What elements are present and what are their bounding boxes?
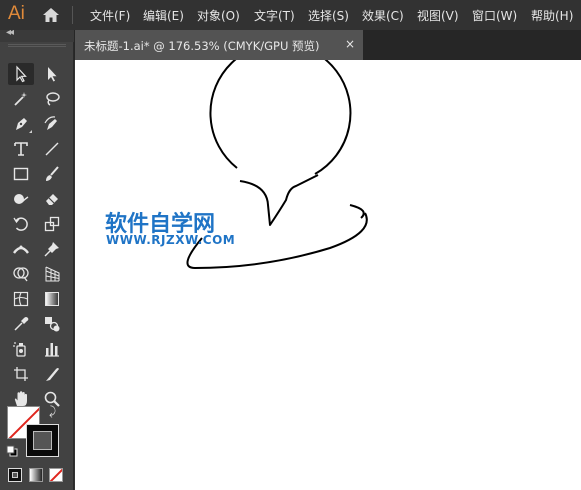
rectangle-icon [13, 167, 29, 181]
slice-icon [46, 368, 59, 381]
menu-separator [72, 6, 73, 24]
color-mode-button[interactable] [8, 468, 22, 482]
pen-icon [16, 118, 27, 130]
collapse-icon[interactable]: ◂◂ [6, 27, 14, 38]
paintbrush-icon [46, 166, 59, 181]
document-tab[interactable]: 未标题-1.ai* @ 176.53% (CMYK/GPU 预览) × [75, 30, 363, 60]
none-mode-button[interactable] [49, 468, 63, 482]
scale-icon [44, 216, 60, 232]
curvature-pen-icon [44, 116, 57, 130]
mesh-icon [13, 291, 29, 307]
menu-object[interactable]: 对象(O) [197, 7, 240, 24]
lasso-tool[interactable] [39, 88, 65, 110]
magic-wand-tool[interactable] [8, 88, 34, 110]
gradient-tool[interactable] [39, 288, 65, 310]
menu-view[interactable]: 视图(V) [417, 7, 459, 24]
panel-grip[interactable] [8, 44, 66, 47]
menu-select[interactable]: 选择(S) [308, 7, 349, 24]
menu-edit[interactable]: 编辑(E) [143, 7, 184, 24]
shaper-tool[interactable] [8, 188, 34, 210]
watermark-url: WWW.RJZXW.COM [106, 233, 236, 247]
white-arrow-icon [48, 67, 57, 82]
scale-tool[interactable] [39, 213, 65, 235]
paintbrush-tool[interactable] [39, 163, 65, 185]
shape-builder-icon [13, 267, 29, 282]
eraser-tool[interactable] [39, 188, 65, 210]
tools-panel: ◂◂ ⤸ [0, 27, 74, 490]
eyedropper-tool[interactable] [8, 313, 34, 335]
menu-bar: Ai 文件(F) 编辑(E) 对象(O) 文字(T) 选择(S) 效果(C) 视… [0, 0, 581, 30]
shaper-icon [14, 194, 29, 204]
type-icon [14, 142, 28, 156]
blend-tool[interactable] [39, 313, 65, 335]
width-icon [13, 245, 29, 254]
artboard-canvas[interactable]: 软件自学网 WWW.RJZXW.COM [75, 60, 581, 490]
pin-icon [44, 242, 59, 257]
close-icon[interactable]: × [345, 37, 355, 51]
eyedropper-icon [14, 317, 29, 331]
perspective-grid-tool[interactable] [39, 263, 65, 285]
symbol-sprayer-icon [13, 342, 26, 357]
swap-fill-stroke-icon[interactable]: ⤸ [49, 404, 56, 419]
direct-selection-tool[interactable] [39, 63, 65, 85]
eraser-icon [46, 194, 58, 205]
app-logo: Ai [8, 3, 25, 24]
type-tool[interactable] [8, 138, 34, 160]
stroke-swatch[interactable] [26, 424, 59, 457]
rotate-tool[interactable] [8, 213, 34, 235]
artboard-icon [14, 367, 28, 381]
arrow-icon [16, 65, 27, 83]
home-icon[interactable] [42, 7, 60, 23]
mesh-tool[interactable] [8, 288, 34, 310]
continent-notch [239, 174, 319, 226]
line-tool[interactable] [39, 138, 65, 160]
curvature-tool[interactable] [39, 113, 65, 135]
menu-effect[interactable]: 效果(C) [362, 7, 404, 24]
pen-tool[interactable] [8, 113, 34, 135]
menu-type[interactable]: 文字(T) [254, 7, 295, 24]
slice-tool[interactable] [39, 363, 65, 385]
artboard-tool[interactable] [8, 363, 34, 385]
symbol-sprayer-tool[interactable] [8, 338, 34, 360]
planet-artwork[interactable] [75, 60, 581, 490]
graph-tool[interactable] [39, 338, 65, 360]
tools-panel-header: ◂◂ [0, 27, 74, 42]
default-colors-icon[interactable] [6, 445, 18, 457]
blend-icon [45, 317, 60, 332]
rotate-icon [13, 217, 28, 231]
width-tool[interactable] [8, 238, 34, 260]
line-segment-icon [45, 142, 59, 156]
rectangle-tool[interactable] [8, 163, 34, 185]
planet-ring-back [349, 204, 365, 219]
document-tab-title: 未标题-1.ai* @ 176.53% (CMYK/GPU 预览) [84, 39, 320, 53]
menu-window[interactable]: 窗口(W) [472, 7, 517, 24]
gradient-mode-button[interactable] [29, 468, 43, 482]
bar-graph-icon [45, 343, 59, 357]
magic-wand-icon [14, 92, 27, 106]
puppet-warp-tool[interactable] [39, 238, 65, 260]
planet-outline [209, 60, 352, 175]
menu-help[interactable]: 帮助(H) [531, 7, 573, 24]
lasso-icon [46, 92, 60, 106]
shape-builder-tool[interactable] [8, 263, 34, 285]
selection-tool[interactable] [8, 63, 34, 85]
menu-file[interactable]: 文件(F) [90, 7, 130, 24]
gradient-icon [45, 292, 59, 306]
perspective-grid-icon [45, 266, 60, 282]
